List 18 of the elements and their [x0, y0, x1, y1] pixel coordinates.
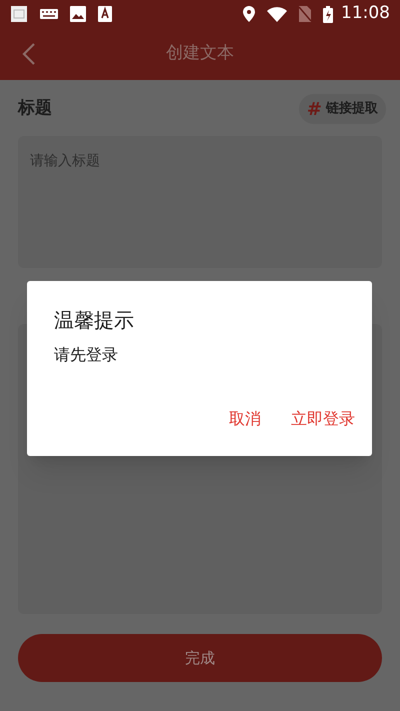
done-button[interactable]: 完成 [18, 634, 382, 682]
location-icon [243, 6, 255, 22]
app-icon [10, 5, 28, 23]
link-extract-button[interactable]: # 链接提取 [298, 94, 386, 124]
keyboard-icon [40, 9, 58, 19]
dialog-title: 温馨提示 [54, 307, 134, 334]
dialog-button[interactable]: 立即登录 [283, 403, 363, 435]
section-label: 标题 [18, 97, 52, 120]
text-app-icon [98, 6, 112, 22]
battery-charging-icon [323, 6, 333, 22]
wifi-icon [267, 6, 287, 22]
status-time: 11:08 [341, 2, 390, 26]
dialog-message: 请先登录 [54, 344, 118, 366]
back-icon[interactable] [22, 42, 36, 66]
page-title: 创建文本 [166, 42, 234, 66]
no-sim-icon [299, 6, 311, 22]
dialog-button[interactable]: 取消 [221, 403, 269, 435]
image-icon [70, 6, 86, 22]
